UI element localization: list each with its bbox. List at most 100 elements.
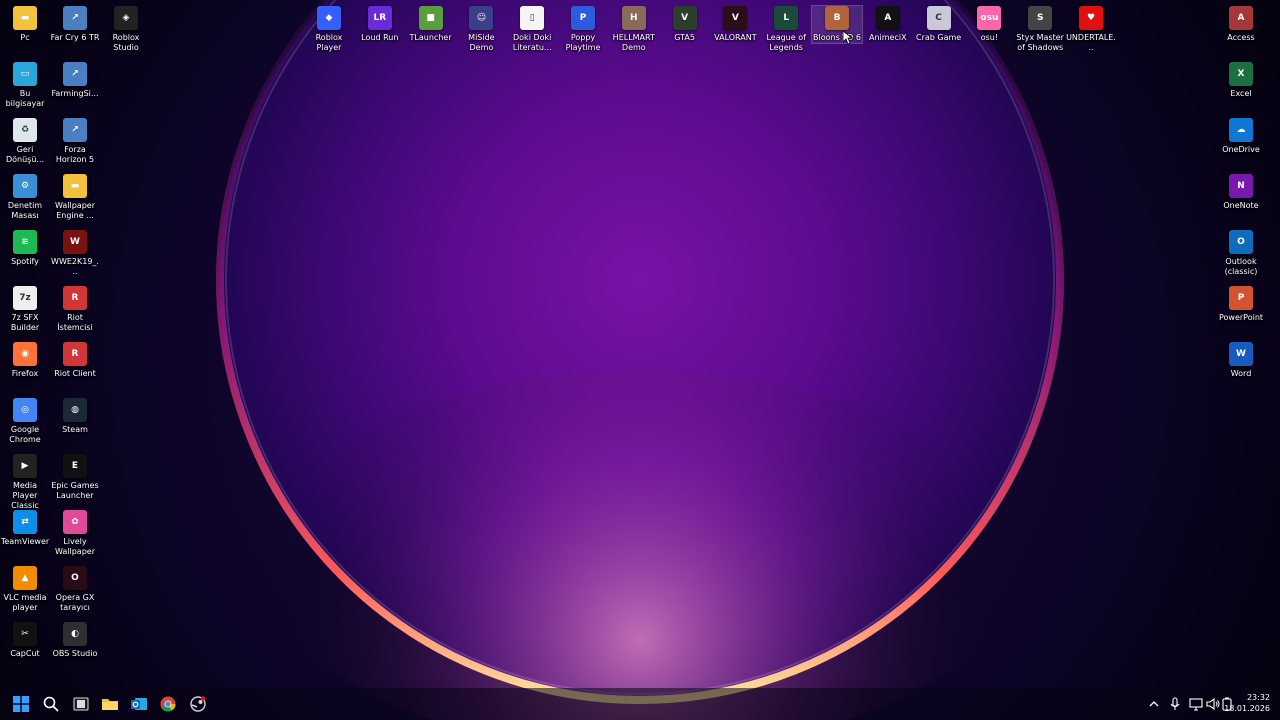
desktop-shortcut-lively-wallpaper[interactable]: ✿ Lively Wallpaper (50, 510, 100, 557)
task-view-button[interactable] (69, 692, 93, 716)
desktop-shortcut-loud-run[interactable]: LR Loud Run (355, 6, 405, 43)
desktop-shortcut-label: Bu bilgisayar (5, 89, 45, 108)
desktop-shortcut-label: Opera GX tarayıcı (55, 593, 95, 612)
desktop-shortcut-vlc-media-player[interactable]: ▲ VLC media player (0, 566, 50, 613)
desktop-shortcut-access[interactable]: A Access (1216, 6, 1266, 43)
desktop-shortcut-epic-games-launcher[interactable]: E Epic Games Launcher (50, 454, 100, 501)
desktop-shortcut-denetim-masas[interactable]: ⚙ Denetim Masası (0, 174, 50, 221)
bloons-icon: B (825, 6, 849, 30)
desktop-shortcut-roblox-player[interactable]: ◆ Roblox Player (304, 6, 354, 53)
desktop-shortcut-label: Denetim Masası (7, 201, 43, 220)
desktop-shortcut-poppy-playtime[interactable]: P Poppy Playtime (558, 6, 608, 53)
desktop-shortcut-label: CapCut (10, 649, 40, 658)
desktop-shortcut-geri-d-n[interactable]: ♻ Geri Dönüşü... (0, 118, 50, 165)
desktop-shortcut-onedrive[interactable]: ☁ OneDrive (1216, 118, 1266, 155)
desktop-shortcut-label: Excel (1230, 89, 1252, 98)
clock-date: 18.01.2026 (1224, 704, 1270, 713)
wwe-icon: W (63, 230, 87, 254)
styx-icon: S (1028, 6, 1053, 30)
desktop-shortcut-google-chrome[interactable]: ◎ Google Chrome (0, 398, 50, 445)
desktop-shortcut-label: Wallpaper Engine ... (54, 201, 95, 220)
desktop-shortcut-label: Crab Game (915, 33, 962, 42)
desktop-shortcut-steam[interactable]: ◍ Steam (50, 398, 100, 435)
desktop-shortcut-wallpaper-engine[interactable]: ▬ Wallpaper Engine ... (50, 174, 100, 221)
desktop-shortcut-bloons-td-6[interactable]: B Bloons TD 6 (811, 5, 863, 44)
desktop-shortcut-crab-game[interactable]: C Crab Game (914, 6, 964, 43)
desktop-shortcut-label: OneNote (1223, 201, 1259, 210)
riot-icon: R (63, 342, 87, 366)
search-button[interactable] (39, 692, 63, 716)
desktop-shortcut-hellmart-demo[interactable]: H HELLMART Demo (609, 6, 659, 53)
desktop-shortcut-label: Bloons TD 6 (813, 33, 861, 42)
desktop-shortcut-riot-client[interactable]: R Riot Client (50, 342, 100, 379)
desktop-shortcut-label: Roblox Studio (112, 33, 140, 52)
steam-button[interactable] (186, 692, 210, 716)
desktop-shortcut-opera-gx-taray-c[interactable]: O Opera GX tarayıcı (50, 566, 100, 613)
system-clock[interactable]: 23:32 18.01.2026 (1224, 692, 1270, 714)
desktop-shortcut-pc[interactable]: ▬ Pc (0, 6, 50, 43)
desktop-shortcut-riot-i-stemcisi[interactable]: R Riot İstemcisi (50, 286, 100, 333)
lively-icon: ✿ (63, 510, 87, 534)
steam-icon (190, 696, 206, 712)
desktop-shortcut-onenote[interactable]: N OneNote (1216, 174, 1266, 211)
desktop-shortcut-osu[interactable]: osu osu! (964, 6, 1014, 43)
desktop-shortcut-label: AnimeciX (869, 33, 907, 42)
poppy-icon: P (571, 6, 595, 30)
desktop-shortcut-label: Pc (20, 33, 30, 42)
vlc-icon: ▲ (13, 566, 37, 590)
desktop-shortcut-label: 7z SFX Builder (10, 313, 40, 332)
desktop-shortcut-miside-demo[interactable]: ☺ MiSide Demo (456, 6, 506, 53)
desktop-shortcut-capcut[interactable]: ✂ CapCut (0, 622, 50, 659)
file-icon: ▯ (520, 6, 545, 30)
heart-icon: ♥ (1079, 6, 1103, 30)
desktop-shortcut-tlauncher[interactable]: ■ TLauncher (406, 6, 456, 43)
desktop-shortcut-outlook-classic[interactable]: O Outlook (classic) (1216, 230, 1266, 277)
desktop-shortcut-roblox-studio[interactable]: ◈ Roblox Studio (101, 6, 151, 53)
start-button[interactable] (9, 692, 33, 716)
desktop-shortcut-bu-bilgisayar[interactable]: ▭ Bu bilgisayar (0, 62, 50, 109)
show-hidden-icons-chevron-icon[interactable] (1146, 696, 1162, 712)
desktop-shortcut-valorant[interactable]: V VALORANT (710, 6, 760, 43)
clock-time: 23:32 (1246, 693, 1270, 702)
volume-icon[interactable] (1205, 696, 1221, 712)
desktop-shortcut-animecix[interactable]: A AnimeciX (863, 6, 913, 43)
desktop-shortcut-label: Riot İstemcisi (57, 313, 93, 332)
desktop-shortcut-styx-master-of-shadows[interactable]: S Styx Master of Shadows (1015, 6, 1065, 53)
tlauncher-icon: ■ (418, 6, 443, 30)
folder-icon (101, 696, 119, 712)
desktop-shortcut-label: Access (1227, 33, 1255, 42)
desktop-shortcut-obs-studio[interactable]: ◐ OBS Studio (50, 622, 100, 659)
desktop-shortcut-media-player-classic[interactable]: ▶ Media Player Classic (0, 454, 50, 511)
desktop-shortcut-excel[interactable]: X Excel (1216, 62, 1266, 99)
desktop-shortcut-label: Firefox (11, 369, 39, 378)
outlook-button[interactable] (127, 692, 151, 716)
desktop-shortcut-word[interactable]: W Word (1216, 342, 1266, 379)
desktop-shortcut-wwe2k19[interactable]: W WWE2K19_... (50, 230, 100, 277)
file-explorer-button[interactable] (98, 692, 122, 716)
desktop-shortcut-firefox[interactable]: ◉ Firefox (0, 342, 50, 379)
desktop-shortcut-powerpoint[interactable]: P PowerPoint (1216, 286, 1266, 323)
desktop-shortcut-forza-horizon-5[interactable]: ↗ Forza Horizon 5 (50, 118, 100, 165)
desktop-shortcut-label: Word (1230, 369, 1252, 378)
media-player-icon: ▶ (13, 454, 37, 478)
desktop-shortcut-league-of-legends[interactable]: L League of Legends (761, 6, 811, 53)
desktop-shortcut-spotify[interactable]: ≋ Spotify (0, 230, 50, 267)
desktop-shortcut-undertale[interactable]: ♥ UNDERTALE... (1066, 6, 1116, 53)
desktop-shortcut-farmingsi[interactable]: ↗ FarmingSi... (50, 62, 100, 99)
desktop-shortcut-label: OBS Studio (52, 649, 98, 658)
desktop-shortcut-teamviewer[interactable]: ⇄ TeamViewer (0, 510, 50, 547)
desktop-shortcut-gta5[interactable]: V GTA5 (660, 6, 710, 43)
desktop-shortcut-7z-sfx-builder[interactable]: 7z 7z SFX Builder (0, 286, 50, 333)
microphone-icon[interactable] (1167, 696, 1183, 712)
onedrive-icon: ☁ (1229, 118, 1253, 142)
desktop-shortcut-label: Spotify (11, 257, 39, 266)
chrome-button[interactable] (156, 692, 180, 716)
outlook-icon (130, 696, 148, 712)
display-icon[interactable] (1188, 696, 1204, 712)
word-icon: W (1229, 342, 1253, 366)
roblox-icon: ◆ (317, 6, 341, 30)
desktop-shortcut-label: Outlook (classic) (1224, 257, 1258, 276)
desktop-shortcut-far-cry-6-tr[interactable]: ↗ Far Cry 6 TR (50, 6, 100, 43)
desktop-shortcut-doki-doki-literatu[interactable]: ▯ Doki Doki Literatu... (507, 6, 557, 53)
osu-icon: osu (977, 6, 1002, 30)
